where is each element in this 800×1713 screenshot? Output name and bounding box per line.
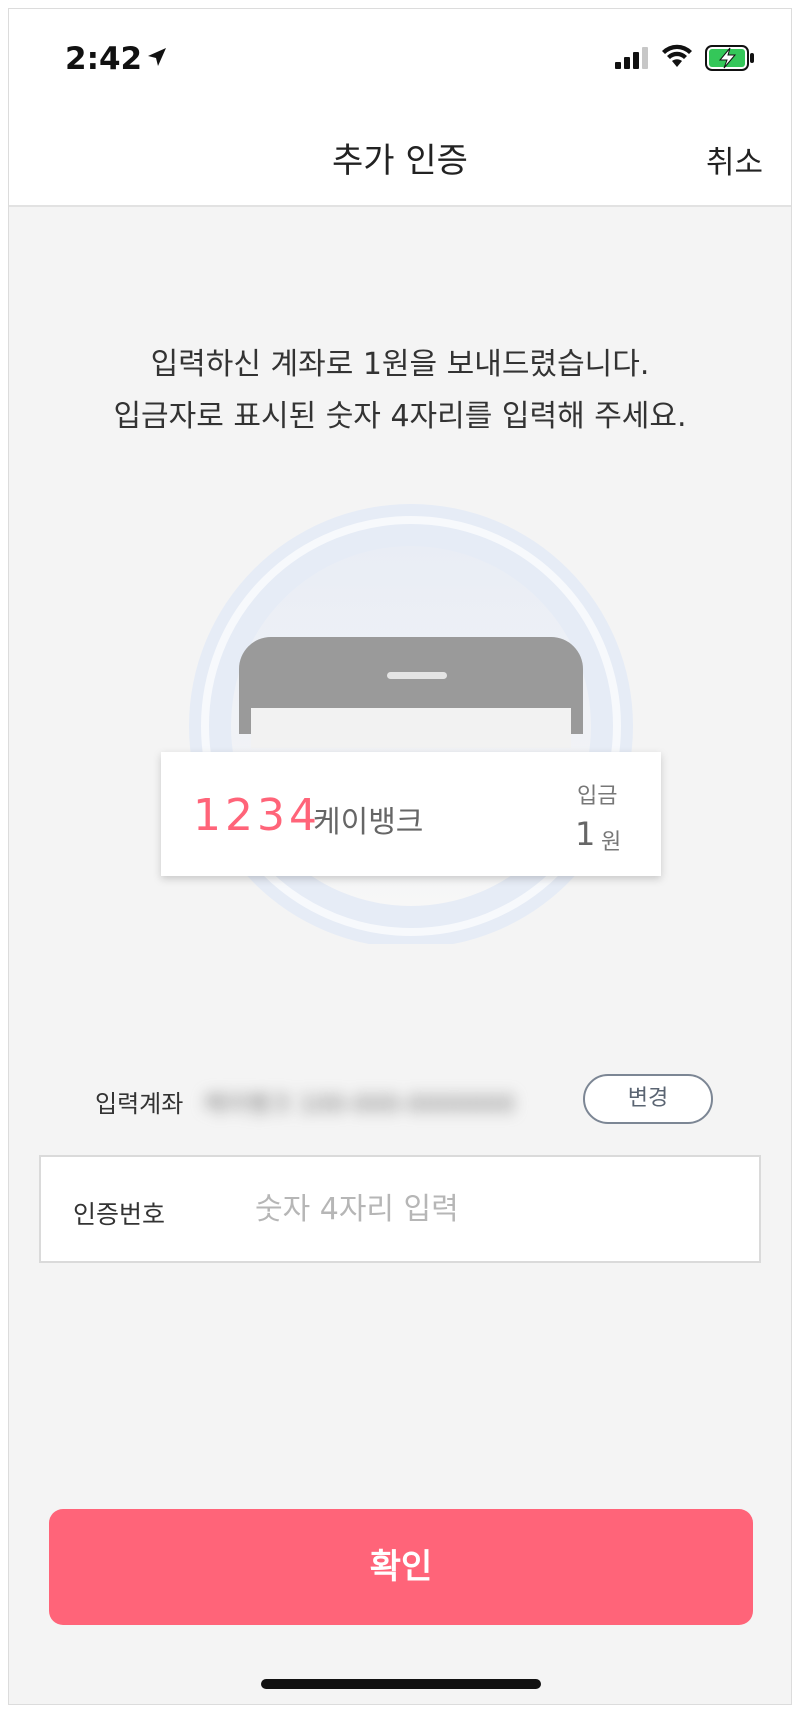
status-bar: 2:42: [9, 9, 791, 101]
deposit-card-content: 1234 케이뱅크 입금 1 원: [161, 752, 661, 876]
deposit-currency: 원: [601, 830, 622, 855]
status-time: 2:42: [65, 41, 143, 77]
deposit-notification-illustration: [161, 504, 661, 944]
account-row: 입력계좌 케이뱅크 100-000-0000000 변경: [95, 1072, 715, 1132]
phone-icon: [239, 637, 583, 748]
verification-code-input[interactable]: [255, 1179, 735, 1239]
account-number: 케이뱅크 100-000-0000000: [203, 1090, 515, 1118]
cellular-signal-icon: [615, 47, 649, 73]
page-title: 추가 인증: [332, 141, 468, 181]
verification-code-field: 인증번호: [39, 1155, 761, 1263]
cancel-button[interactable]: 취소: [706, 137, 763, 182]
account-label: 입력계좌: [95, 1090, 184, 1118]
deposit-label: 입금: [577, 784, 618, 809]
location-arrow-icon: [145, 45, 169, 73]
deposit-code: 1234: [193, 790, 321, 841]
confirm-button[interactable]: 확인: [49, 1509, 753, 1625]
verification-code-label: 인증번호: [73, 1200, 166, 1229]
wifi-icon: [661, 43, 693, 73]
instruction-text: 입력하신 계좌로 1원을 보내드렸습니다. 입금자로 표시된 숫자 4자리를 입…: [9, 339, 791, 443]
home-indicator[interactable]: [261, 1679, 541, 1689]
battery-charging-icon: [705, 45, 755, 75]
instruction-line-1: 입력하신 계좌로 1원을 보내드렸습니다.: [150, 347, 650, 382]
deposit-amount: 1: [575, 815, 596, 853]
navigation-bar: 추가 인증 취소: [9, 101, 791, 207]
deposit-sender: 케이뱅크: [313, 805, 424, 840]
change-account-button[interactable]: 변경: [583, 1074, 713, 1124]
instruction-line-2: 입금자로 표시된 숫자 4자리를 입력해 주세요.: [113, 399, 687, 434]
screen: 2:42 추가 인증 취소 입력하신 계좌로 1원을 보내드렸습니다. 입금자로…: [8, 8, 792, 1705]
